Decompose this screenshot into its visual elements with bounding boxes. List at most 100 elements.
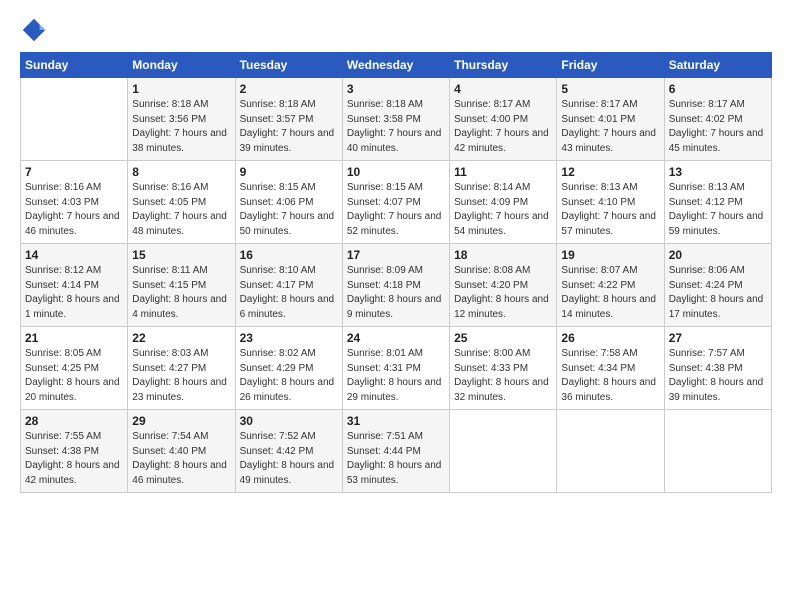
sunrise-text: Sunrise: 8:03 AM: [132, 348, 208, 359]
week-row-5: 28 Sunrise: 7:55 AM Sunset: 4:38 PM Dayl…: [21, 410, 772, 493]
sunset-text: Sunset: 4:10 PM: [561, 197, 635, 208]
calendar-cell: 5 Sunrise: 8:17 AM Sunset: 4:01 PM Dayli…: [557, 78, 664, 161]
calendar-cell: 6 Sunrise: 8:17 AM Sunset: 4:02 PM Dayli…: [664, 78, 771, 161]
calendar-cell: 10 Sunrise: 8:15 AM Sunset: 4:07 PM Dayl…: [342, 161, 449, 244]
logo: [20, 16, 52, 44]
day-number: 13: [669, 165, 767, 179]
calendar-cell: 12 Sunrise: 8:13 AM Sunset: 4:10 PM Dayl…: [557, 161, 664, 244]
calendar-cell: [21, 78, 128, 161]
calendar-body: 1 Sunrise: 8:18 AM Sunset: 3:56 PM Dayli…: [21, 78, 772, 493]
sunset-text: Sunset: 4:22 PM: [561, 280, 635, 291]
cell-content: Sunrise: 7:55 AM Sunset: 4:38 PM Dayligh…: [25, 430, 123, 488]
daylight-text: Daylight: 8 hours and 49 minutes.: [240, 460, 335, 486]
sunset-text: Sunset: 4:29 PM: [240, 363, 314, 374]
calendar-cell: 30 Sunrise: 7:52 AM Sunset: 4:42 PM Dayl…: [235, 410, 342, 493]
calendar-cell: 19 Sunrise: 8:07 AM Sunset: 4:22 PM Dayl…: [557, 244, 664, 327]
day-header-saturday: Saturday: [664, 53, 771, 78]
sunset-text: Sunset: 4:24 PM: [669, 280, 743, 291]
daylight-text: Daylight: 7 hours and 54 minutes.: [454, 211, 549, 237]
cell-content: Sunrise: 8:17 AM Sunset: 4:02 PM Dayligh…: [669, 98, 767, 156]
calendar-cell: 28 Sunrise: 7:55 AM Sunset: 4:38 PM Dayl…: [21, 410, 128, 493]
daylight-text: Daylight: 8 hours and 42 minutes.: [25, 460, 120, 486]
cell-content: Sunrise: 8:17 AM Sunset: 4:01 PM Dayligh…: [561, 98, 659, 156]
cell-content: Sunrise: 8:15 AM Sunset: 4:07 PM Dayligh…: [347, 181, 445, 239]
sunrise-text: Sunrise: 8:11 AM: [132, 265, 207, 276]
sunrise-text: Sunrise: 8:15 AM: [347, 182, 423, 193]
sunset-text: Sunset: 4:01 PM: [561, 114, 635, 125]
sunset-text: Sunset: 3:57 PM: [240, 114, 314, 125]
calendar-cell: [664, 410, 771, 493]
cell-content: Sunrise: 7:58 AM Sunset: 4:34 PM Dayligh…: [561, 347, 659, 405]
day-number: 21: [25, 331, 123, 345]
calendar-cell: 4 Sunrise: 8:17 AM Sunset: 4:00 PM Dayli…: [450, 78, 557, 161]
cell-content: Sunrise: 8:13 AM Sunset: 4:10 PM Dayligh…: [561, 181, 659, 239]
sunrise-text: Sunrise: 8:16 AM: [25, 182, 101, 193]
cell-content: Sunrise: 8:05 AM Sunset: 4:25 PM Dayligh…: [25, 347, 123, 405]
sunrise-text: Sunrise: 8:07 AM: [561, 265, 637, 276]
sunset-text: Sunset: 4:02 PM: [669, 114, 743, 125]
day-number: 19: [561, 248, 659, 262]
day-number: 30: [240, 414, 338, 428]
sunrise-text: Sunrise: 8:18 AM: [347, 99, 423, 110]
sunrise-text: Sunrise: 8:00 AM: [454, 348, 530, 359]
cell-content: Sunrise: 8:09 AM Sunset: 4:18 PM Dayligh…: [347, 264, 445, 322]
daylight-text: Daylight: 8 hours and 12 minutes.: [454, 294, 549, 320]
calendar-cell: 15 Sunrise: 8:11 AM Sunset: 4:15 PM Dayl…: [128, 244, 235, 327]
daylight-text: Daylight: 8 hours and 9 minutes.: [347, 294, 442, 320]
sunset-text: Sunset: 4:31 PM: [347, 363, 421, 374]
calendar-cell: 11 Sunrise: 8:14 AM Sunset: 4:09 PM Dayl…: [450, 161, 557, 244]
sunset-text: Sunset: 4:09 PM: [454, 197, 528, 208]
sunset-text: Sunset: 4:34 PM: [561, 363, 635, 374]
sunrise-text: Sunrise: 7:58 AM: [561, 348, 637, 359]
sunrise-text: Sunrise: 8:02 AM: [240, 348, 316, 359]
calendar-cell: 2 Sunrise: 8:18 AM Sunset: 3:57 PM Dayli…: [235, 78, 342, 161]
sunrise-text: Sunrise: 8:18 AM: [132, 99, 208, 110]
daylight-text: Daylight: 8 hours and 46 minutes.: [132, 460, 227, 486]
day-number: 26: [561, 331, 659, 345]
day-header-thursday: Thursday: [450, 53, 557, 78]
calendar-cell: 13 Sunrise: 8:13 AM Sunset: 4:12 PM Dayl…: [664, 161, 771, 244]
day-number: 22: [132, 331, 230, 345]
sunrise-text: Sunrise: 8:14 AM: [454, 182, 530, 193]
calendar-cell: 31 Sunrise: 7:51 AM Sunset: 4:44 PM Dayl…: [342, 410, 449, 493]
sunrise-text: Sunrise: 8:10 AM: [240, 265, 316, 276]
sunset-text: Sunset: 4:18 PM: [347, 280, 421, 291]
sunrise-text: Sunrise: 8:06 AM: [669, 265, 745, 276]
cell-content: Sunrise: 8:14 AM Sunset: 4:09 PM Dayligh…: [454, 181, 552, 239]
daylight-text: Daylight: 7 hours and 38 minutes.: [132, 128, 227, 154]
calendar-cell: 14 Sunrise: 8:12 AM Sunset: 4:14 PM Dayl…: [21, 244, 128, 327]
sunset-text: Sunset: 4:33 PM: [454, 363, 528, 374]
calendar-cell: 17 Sunrise: 8:09 AM Sunset: 4:18 PM Dayl…: [342, 244, 449, 327]
daylight-text: Daylight: 7 hours and 52 minutes.: [347, 211, 442, 237]
daylight-text: Daylight: 7 hours and 45 minutes.: [669, 128, 764, 154]
sunrise-text: Sunrise: 8:01 AM: [347, 348, 423, 359]
cell-content: Sunrise: 8:06 AM Sunset: 4:24 PM Dayligh…: [669, 264, 767, 322]
sunset-text: Sunset: 4:44 PM: [347, 446, 421, 457]
daylight-text: Daylight: 8 hours and 26 minutes.: [240, 377, 335, 403]
calendar-cell: 1 Sunrise: 8:18 AM Sunset: 3:56 PM Dayli…: [128, 78, 235, 161]
day-number: 6: [669, 82, 767, 96]
daylight-text: Daylight: 8 hours and 1 minute.: [25, 294, 120, 320]
sunrise-text: Sunrise: 8:12 AM: [25, 265, 101, 276]
day-number: 3: [347, 82, 445, 96]
calendar-cell: 25 Sunrise: 8:00 AM Sunset: 4:33 PM Dayl…: [450, 327, 557, 410]
sunset-text: Sunset: 4:42 PM: [240, 446, 314, 457]
sunset-text: Sunset: 3:56 PM: [132, 114, 206, 125]
cell-content: Sunrise: 8:15 AM Sunset: 4:06 PM Dayligh…: [240, 181, 338, 239]
cell-content: Sunrise: 7:51 AM Sunset: 4:44 PM Dayligh…: [347, 430, 445, 488]
day-number: 10: [347, 165, 445, 179]
daylight-text: Daylight: 7 hours and 59 minutes.: [669, 211, 764, 237]
sunset-text: Sunset: 4:40 PM: [132, 446, 206, 457]
day-number: 7: [25, 165, 123, 179]
day-number: 9: [240, 165, 338, 179]
sunset-text: Sunset: 4:38 PM: [669, 363, 743, 374]
daylight-text: Daylight: 8 hours and 14 minutes.: [561, 294, 656, 320]
calendar-cell: 18 Sunrise: 8:08 AM Sunset: 4:20 PM Dayl…: [450, 244, 557, 327]
day-number: 1: [132, 82, 230, 96]
day-number: 27: [669, 331, 767, 345]
cell-content: Sunrise: 8:07 AM Sunset: 4:22 PM Dayligh…: [561, 264, 659, 322]
daylight-text: Daylight: 8 hours and 53 minutes.: [347, 460, 442, 486]
sunrise-text: Sunrise: 8:18 AM: [240, 99, 316, 110]
sunset-text: Sunset: 4:12 PM: [669, 197, 743, 208]
sunrise-text: Sunrise: 8:08 AM: [454, 265, 530, 276]
